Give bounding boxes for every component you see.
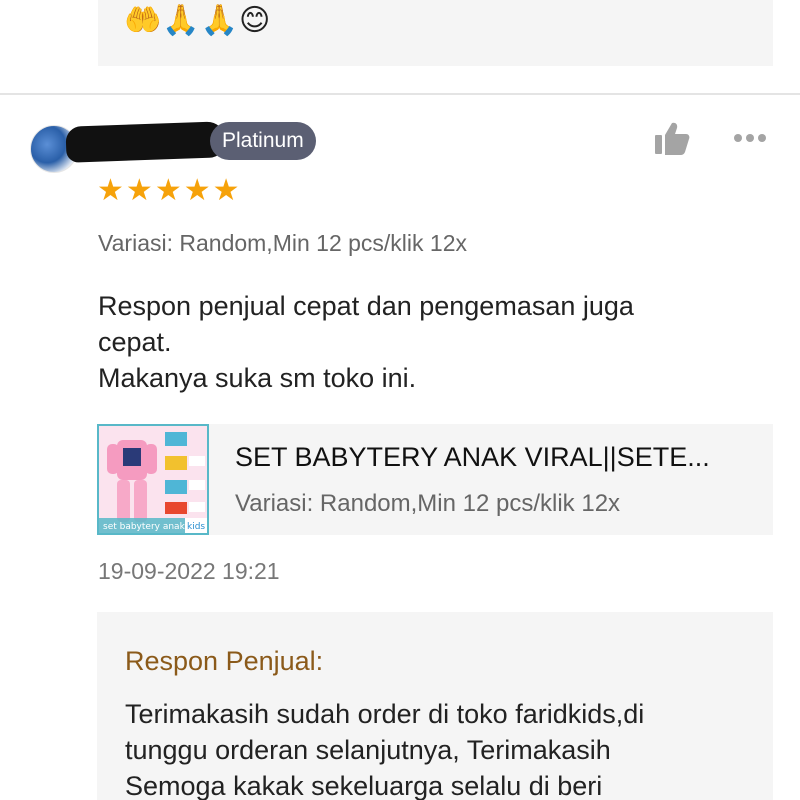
product-image: set babytery anak kids (99, 426, 207, 533)
star-icon: ★ (183, 173, 211, 208)
review-variation: Variasi: Random,Min 12 pcs/klik 12x (98, 230, 467, 256)
product-image-caption: set babytery anak (103, 522, 186, 532)
product-card[interactable]: set babytery anak kids SET BABYTERY ANAK… (97, 424, 773, 535)
review-timestamp: 19-09-2022 19:21 (98, 558, 280, 584)
more-dots-icon (734, 134, 742, 142)
review-divider (0, 93, 800, 95)
product-thumbnail[interactable]: set babytery anak kids (97, 424, 209, 535)
more-dots-icon (758, 134, 766, 142)
seller-reply-card: Respon Penjual: Terimakasih sudah order … (97, 612, 773, 800)
reply-line: Terimakasih sudah order di toko faridkid… (125, 699, 645, 729)
reply-line: Semoga kakak sekeluarga selalu di beri (125, 771, 603, 800)
rating-stars: ★ ★ ★ ★ ★ (97, 176, 240, 206)
star-icon: ★ (154, 173, 182, 208)
previous-review-emojis: 🤲🙏🙏😊 (124, 3, 272, 38)
seller-reply-text: Terimakasih sudah order di toko faridkid… (125, 696, 755, 800)
comment-line: Respon penjual cepat dan pengemasan juga (98, 291, 634, 321)
comment-line: Makanya suka sm toko ini. (98, 363, 417, 393)
star-icon: ★ (97, 173, 124, 208)
more-dots-icon (746, 134, 754, 142)
star-icon: ★ (212, 173, 240, 208)
comment-line: cepat. (98, 327, 172, 357)
like-button[interactable] (652, 120, 692, 158)
thumbs-up-icon (655, 122, 690, 155)
redacted-username (65, 121, 227, 163)
star-icon: ★ (125, 173, 153, 208)
review-comment: Respon penjual cepat dan pengemasan juga… (98, 288, 778, 396)
product-variation: Variasi: Random,Min 12 pcs/klik 12x (235, 490, 621, 517)
product-title[interactable]: SET BABYTERY ANAK VIRAL||SETE... (235, 442, 755, 473)
more-options-button[interactable] (734, 128, 774, 148)
reply-line: tunggu orderan selanjutnya, Terimakasih (125, 735, 611, 765)
membership-badge: Platinum (210, 122, 316, 160)
seller-reply-title: Respon Penjual: (125, 646, 324, 676)
product-image-logo: kids (187, 522, 205, 532)
